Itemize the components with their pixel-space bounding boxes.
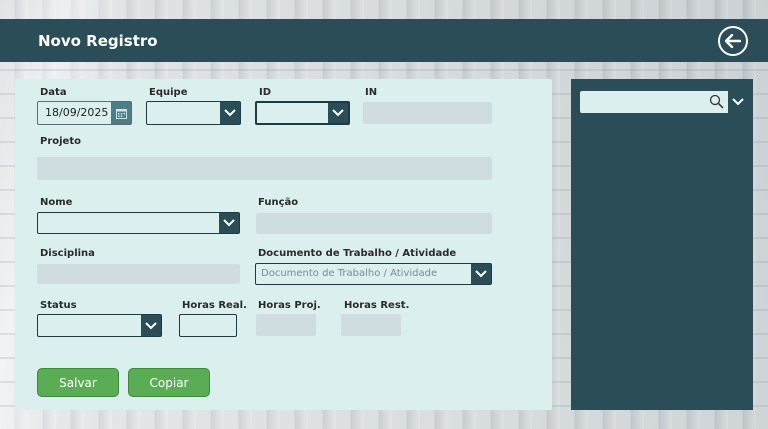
search-dropdown-toggle[interactable]	[728, 91, 748, 113]
horas-rest-label: Horas Rest.	[344, 300, 410, 311]
documento-placeholder: Documento de Trabalho / Atividade	[261, 268, 438, 279]
status-dropdown[interactable]	[37, 314, 162, 337]
status-label: Status	[40, 300, 77, 311]
chevron-down-icon	[475, 270, 487, 278]
horas-rest-field	[341, 314, 401, 336]
date-field[interactable]: 18/09/2025	[37, 101, 132, 125]
equipe-label: Equipe	[149, 87, 188, 98]
status-dropdown-toggle[interactable]	[141, 315, 161, 336]
projeto-label: Projeto	[40, 136, 81, 147]
documento-dropdown[interactable]: Documento de Trabalho / Atividade	[255, 263, 492, 285]
page-title: Novo Registro	[38, 32, 158, 50]
header-bar: Novo Registro	[0, 19, 768, 62]
side-panel	[571, 79, 753, 410]
chevron-down-icon	[145, 321, 157, 329]
in-label: IN	[365, 87, 378, 98]
nome-dropdown[interactable]	[37, 212, 240, 234]
horas-real-input[interactable]	[179, 314, 237, 337]
funcao-label: Função	[258, 197, 299, 208]
projeto-field[interactable]	[37, 157, 492, 180]
arrow-left-icon	[725, 34, 741, 48]
date-value: 18/09/2025	[45, 106, 109, 119]
save-button[interactable]: Salvar	[37, 368, 119, 397]
calendar-button[interactable]	[111, 102, 131, 124]
funcao-field[interactable]	[256, 213, 492, 234]
documento-dropdown-toggle[interactable]	[471, 264, 491, 284]
id-dropdown-toggle[interactable]	[328, 103, 348, 123]
nome-dropdown-toggle[interactable]	[219, 213, 239, 233]
in-field[interactable]	[363, 102, 492, 124]
equipe-dropdown[interactable]	[146, 101, 241, 125]
equipe-dropdown-toggle[interactable]	[220, 102, 240, 124]
search-icon	[709, 94, 724, 109]
id-dropdown[interactable]	[255, 101, 350, 125]
horas-proj-label: Horas Proj.	[258, 300, 321, 311]
disciplina-field[interactable]	[37, 264, 240, 284]
id-label: ID	[259, 87, 272, 98]
disciplina-label: Disciplina	[40, 248, 95, 259]
chevron-down-icon	[223, 219, 235, 227]
documento-label: Documento de Trabalho / Atividade	[258, 248, 457, 259]
horas-real-label: Horas Real.	[182, 300, 247, 311]
nome-label: Nome	[40, 197, 73, 208]
search-input[interactable]	[580, 91, 748, 113]
form-panel	[15, 79, 552, 410]
chevron-down-icon	[224, 109, 236, 117]
calendar-icon	[115, 108, 127, 119]
chevron-down-icon	[332, 109, 344, 117]
back-button[interactable]	[718, 26, 748, 56]
copy-button[interactable]: Copiar	[128, 368, 210, 397]
chevron-down-icon	[732, 98, 744, 106]
data-label: Data	[40, 87, 67, 98]
horas-proj-field	[256, 314, 316, 336]
